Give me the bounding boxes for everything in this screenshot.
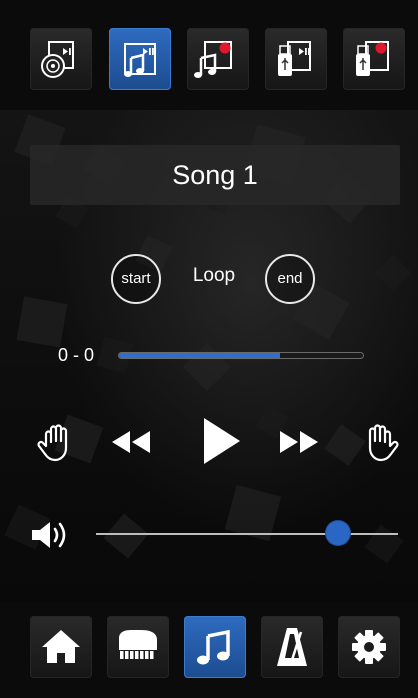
music-playback-icon xyxy=(124,43,156,77)
hand-icon xyxy=(37,424,68,462)
usb-playback-icon xyxy=(278,41,311,76)
tab-usb-playback[interactable] xyxy=(265,28,327,90)
song-title: Song 1 xyxy=(172,160,258,190)
fast-forward-button[interactable] xyxy=(278,427,322,457)
top-tab-bar xyxy=(0,0,418,111)
loop-start-button[interactable]: start xyxy=(111,254,161,304)
bottom-nav-bar xyxy=(0,602,418,698)
rewind-button[interactable] xyxy=(108,427,152,457)
fast-forward-icon xyxy=(280,431,318,453)
rewind-icon xyxy=(112,431,150,453)
position-label: 0 - 0 xyxy=(58,345,95,365)
nav-music[interactable] xyxy=(184,616,246,678)
stop-hand-left-button[interactable] xyxy=(34,420,80,466)
volume-icon[interactable] xyxy=(30,518,72,552)
progress-bar[interactable] xyxy=(118,352,364,359)
music-note-icon xyxy=(197,629,230,665)
piano-icon xyxy=(119,630,157,660)
hand-icon xyxy=(368,424,399,462)
tab-music-record[interactable] xyxy=(187,28,249,90)
nav-settings[interactable] xyxy=(338,616,400,678)
stop-hand-right-button[interactable] xyxy=(356,420,402,466)
play-button[interactable] xyxy=(200,416,242,466)
cd-playback-icon xyxy=(41,41,74,78)
app-root: Song 1 start Loop end 0 - 0 xyxy=(0,0,418,698)
usb-record-icon xyxy=(356,41,389,76)
loop-label: Loop xyxy=(192,265,236,286)
volume-slider-thumb[interactable] xyxy=(325,521,350,545)
tab-cd-playback[interactable] xyxy=(30,28,92,90)
home-icon xyxy=(42,630,80,663)
volume-slider-track[interactable] xyxy=(96,533,398,535)
music-record-icon xyxy=(194,41,232,78)
gear-icon xyxy=(352,630,386,664)
metronome-icon xyxy=(277,628,307,666)
tab-music-playback[interactable] xyxy=(109,28,171,90)
loop-end-button[interactable]: end xyxy=(265,254,315,304)
progress-fill xyxy=(119,353,281,358)
nav-home[interactable] xyxy=(30,616,92,678)
nav-piano[interactable] xyxy=(107,616,169,678)
play-icon xyxy=(204,418,240,464)
nav-metronome[interactable] xyxy=(261,616,323,678)
tab-usb-record[interactable] xyxy=(343,28,405,90)
